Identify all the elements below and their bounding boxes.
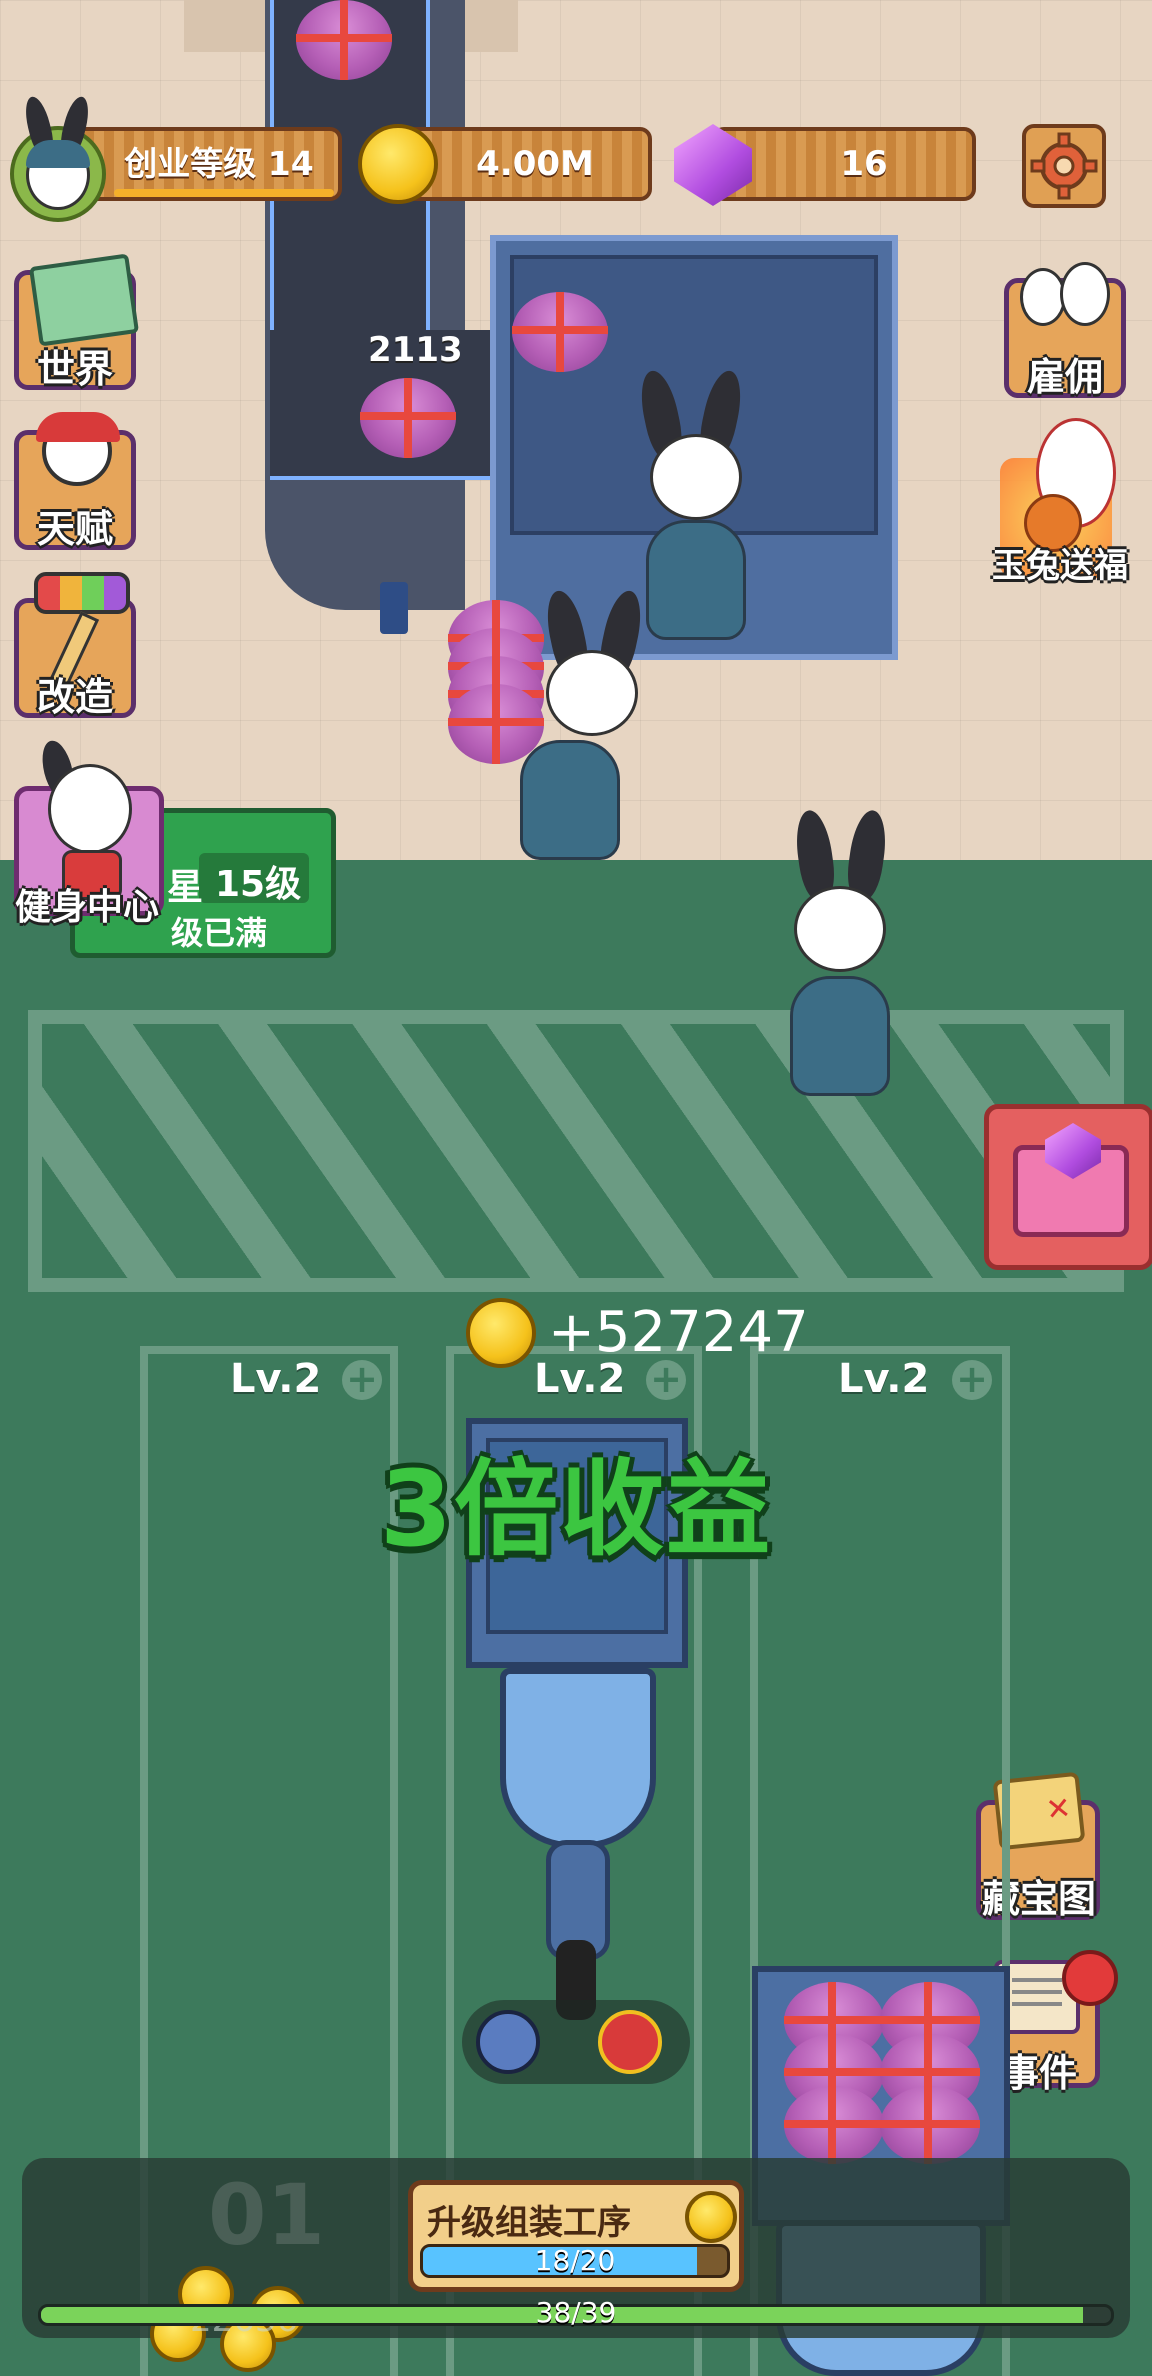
main-progress-text: 38/39: [535, 2296, 617, 2329]
level-label: 创业等级 14: [124, 144, 314, 183]
world-map-icon: [28, 253, 140, 347]
multiplier-banner: 3倍收益: [379, 1448, 773, 1570]
gift-stack: [448, 600, 548, 770]
notification-badge: [1062, 1950, 1118, 2006]
gym-label: 健身中心: [14, 887, 159, 928]
income-popup: +527247: [548, 1300, 809, 1365]
upgrade-progress-text: 18/20: [534, 2244, 616, 2277]
coin-icon: [685, 2191, 737, 2243]
coin-icon: [466, 1298, 536, 1368]
gem-chest-button[interactable]: [984, 1104, 1152, 1270]
gift-box: [512, 292, 608, 372]
world-button[interactable]: 世界: [14, 253, 154, 400]
lane-level: Lv.2: [230, 1356, 322, 1402]
gift-box: [296, 0, 392, 80]
settings-button[interactable]: [1022, 124, 1106, 208]
lane-upgrade-plus-icon[interactable]: +: [952, 1360, 992, 1400]
paint-roller-icon: [34, 572, 130, 614]
talent-button[interactable]: 天赋: [14, 412, 154, 556]
lane-upgrade-plus-icon[interactable]: +: [646, 1360, 686, 1400]
gem-amount: 16: [840, 144, 888, 184]
lane-upgrade-plus-icon[interactable]: +: [342, 1360, 382, 1400]
level-pill[interactable]: 创业等级 14: [70, 127, 342, 201]
driver-slots: [462, 2000, 690, 2084]
world-label: 世界: [36, 347, 113, 391]
coin-amount: 4.00M: [476, 144, 594, 184]
renovate-label: 改造: [36, 675, 113, 719]
gym-level: 15级: [215, 864, 302, 905]
hatched-zone: [28, 1010, 1124, 1292]
gift-box: [360, 378, 456, 458]
talent-label: 天赋: [36, 507, 113, 551]
renovate-button[interactable]: 改造: [14, 572, 154, 722]
gear-icon: [1030, 132, 1098, 200]
lane-level: Lv.2: [838, 1356, 930, 1402]
jade-rabbit-label: 玉兔送福: [992, 546, 1128, 586]
gym-status: 级已满: [171, 914, 268, 952]
coin-icon: [358, 124, 438, 204]
hire-label: 雇佣: [1026, 355, 1103, 399]
hire-button[interactable]: 雇佣: [1000, 248, 1130, 408]
jade-rabbit-button[interactable]: 玉兔送福: [986, 418, 1146, 588]
tricycle-cabin: [500, 1668, 656, 1848]
upgrade-title: 升级组装工序: [427, 2203, 631, 2243]
gym-button[interactable]: 健身中心: [14, 737, 174, 930]
conveyor-switch: [380, 582, 408, 634]
station-number: 01: [208, 2166, 325, 2264]
conveyor-counter: 2113: [368, 330, 463, 370]
avatar[interactable]: [6, 94, 110, 222]
driver-avatar[interactable]: [598, 2010, 662, 2074]
rabbit-worker-walking[interactable]: [760, 808, 920, 1130]
driver-avatar[interactable]: [476, 2010, 540, 2074]
hire-rabbits-icon: [1020, 248, 1110, 328]
